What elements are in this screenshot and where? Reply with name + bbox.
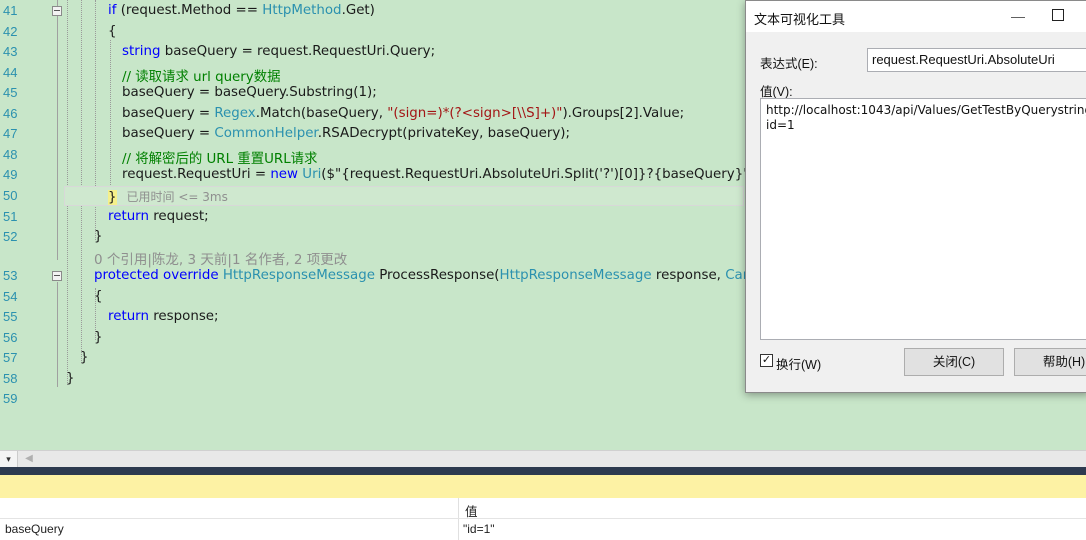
- code-token: response;: [148, 309, 219, 324]
- codelens-references[interactable]: 0 个引用|陈龙, 3 天前|1 名作者, 2 项更改: [94, 248, 347, 268]
- wrap-label[interactable]: 换行(W): [776, 354, 821, 373]
- horizontal-scrollbar[interactable]: ▾ ◀: [0, 450, 1086, 467]
- close-button[interactable]: 关闭(C): [904, 348, 1004, 376]
- panel-separator: [0, 467, 1086, 475]
- watch-panel-header: [0, 475, 1086, 498]
- code-token: request;: [148, 209, 209, 224]
- collapse-icon[interactable]: [52, 6, 62, 16]
- code-line-53[interactable]: protected override HttpResponseMessage P…: [94, 268, 783, 283]
- perf-tip[interactable]: 已用时间 <= 3ms: [127, 190, 228, 204]
- line-number: 48: [3, 147, 18, 162]
- code-token: new: [270, 167, 298, 182]
- line-number: 53: [3, 268, 18, 283]
- fold-guide: [57, 282, 58, 387]
- zoom-dropdown[interactable]: ▾: [0, 451, 18, 467]
- code-line-45[interactable]: baseQuery = baseQuery.Substring(1);: [122, 85, 377, 100]
- line-number: 49: [3, 167, 18, 182]
- code-token: "(sign=)*(?<sign>[\\S]+)": [387, 106, 563, 121]
- code-token: Regex: [214, 106, 256, 121]
- code-line-57[interactable]: }: [80, 350, 89, 365]
- code-token: .Get): [341, 3, 375, 18]
- scroll-left-icon[interactable]: ◀: [22, 451, 36, 467]
- collapse-icon[interactable]: [52, 271, 62, 281]
- expression-label: 表达式(E):: [760, 57, 818, 71]
- code-token: Uri: [302, 167, 322, 182]
- indent-guide: [81, 0, 82, 363]
- code-line-42[interactable]: {: [108, 24, 117, 39]
- variable-name: baseQuery: [5, 522, 64, 536]
- code-line-58[interactable]: }: [66, 371, 75, 386]
- line-number: 47: [3, 126, 18, 141]
- line-number: 57: [3, 350, 18, 365]
- expression-field[interactable]: request.RequestUri.AbsoluteUri: [867, 48, 1086, 72]
- text-visualizer-dialog: 文本可视化工具 — 表达式(E): request.RequestUri.Abs…: [745, 0, 1086, 393]
- code-line-51[interactable]: return request;: [108, 209, 209, 224]
- line-number: 45: [3, 85, 18, 100]
- row-divider: [0, 518, 1086, 519]
- code-token: HttpResponseMessage: [222, 268, 375, 283]
- code-line-47[interactable]: baseQuery = CommonHelper.RSADecrypt(priv…: [122, 126, 570, 141]
- value-textarea[interactable]: http://localhost:1043/api/Values/GetTest…: [760, 98, 1086, 340]
- variable-value: "id=1": [463, 522, 495, 536]
- line-number: 46: [3, 106, 18, 121]
- code-token: request.RequestUri =: [122, 167, 271, 182]
- code-line-50[interactable]: } 已用时间 <= 3ms: [108, 188, 228, 205]
- code-token: return: [108, 309, 149, 324]
- wrap-checkbox[interactable]: ✓: [760, 354, 773, 367]
- code-token: string: [122, 44, 161, 59]
- code-token: baseQuery =: [122, 106, 215, 121]
- code-line-56[interactable]: }: [94, 330, 103, 345]
- indent-guide: [110, 40, 111, 185]
- maximize-icon[interactable]: [1052, 9, 1064, 21]
- value-text: http://localhost:1043/api/Values/GetTest…: [766, 103, 1086, 117]
- line-number: 41: [3, 3, 18, 18]
- code-token: CommonHelper: [214, 126, 318, 141]
- code-token: HttpResponseMessage: [499, 268, 652, 283]
- code-line-52[interactable]: }: [94, 229, 103, 244]
- code-token: return: [108, 209, 149, 224]
- code-token: }: [108, 190, 117, 205]
- code-token: HttpMethod: [262, 3, 342, 18]
- help-button[interactable]: 帮助(H): [1014, 348, 1086, 376]
- code-line-41[interactable]: if (request.Method == HttpMethod.Get): [108, 3, 375, 18]
- code-token: ($"{request.RequestUri.AbsoluteUri.Split…: [321, 167, 760, 182]
- code-line-44[interactable]: // 读取请求 url query数据: [122, 65, 281, 85]
- fold-guide: [57, 0, 58, 260]
- code-line-54[interactable]: {: [94, 289, 103, 304]
- line-number: 52: [3, 229, 18, 244]
- code-token: ProcessResponse(: [374, 268, 500, 283]
- code-token: .RSADecrypt(privateKey, baseQuery);: [317, 126, 570, 141]
- value-text: id=1: [766, 118, 795, 132]
- value-column-header[interactable]: 值: [465, 501, 478, 520]
- code-token: .Match(baseQuery,: [255, 106, 388, 121]
- watch-panel: 值 baseQuery "id=1": [0, 498, 1086, 540]
- code-token: ).Groups[2].Value;: [562, 106, 685, 121]
- code-line-46[interactable]: baseQuery = Regex.Match(baseQuery, "(sig…: [122, 106, 684, 121]
- code-token: (request.Method ==: [116, 3, 263, 18]
- minimize-icon[interactable]: —: [1008, 7, 1028, 27]
- dialog-title: 文本可视化工具: [754, 12, 846, 27]
- line-number: 43: [3, 44, 18, 59]
- code-token: response,: [651, 268, 726, 283]
- line-number: 59: [3, 391, 18, 406]
- line-number: 51: [3, 209, 18, 224]
- code-token: baseQuery =: [122, 126, 215, 141]
- line-number: 56: [3, 330, 18, 345]
- code-token: baseQuery = request.RequestUri.Query;: [160, 44, 436, 59]
- line-number: 58: [3, 371, 18, 386]
- code-line-49[interactable]: request.RequestUri = new Uri($"{request.…: [122, 167, 759, 182]
- line-number: 44: [3, 65, 18, 80]
- line-number: 55: [3, 309, 18, 324]
- code-token: protected override: [94, 268, 219, 283]
- column-divider[interactable]: [458, 498, 459, 540]
- code-line-43[interactable]: string baseQuery = request.RequestUri.Qu…: [122, 44, 435, 59]
- code-line-55[interactable]: return response;: [108, 309, 219, 324]
- line-number: 54: [3, 289, 18, 304]
- dialog-titlebar[interactable]: 文本可视化工具 —: [746, 1, 1086, 32]
- line-number: 42: [3, 24, 18, 39]
- code-line-48[interactable]: // 将解密后的 URL 重置URL请求: [122, 147, 317, 167]
- line-number: 50: [3, 188, 18, 203]
